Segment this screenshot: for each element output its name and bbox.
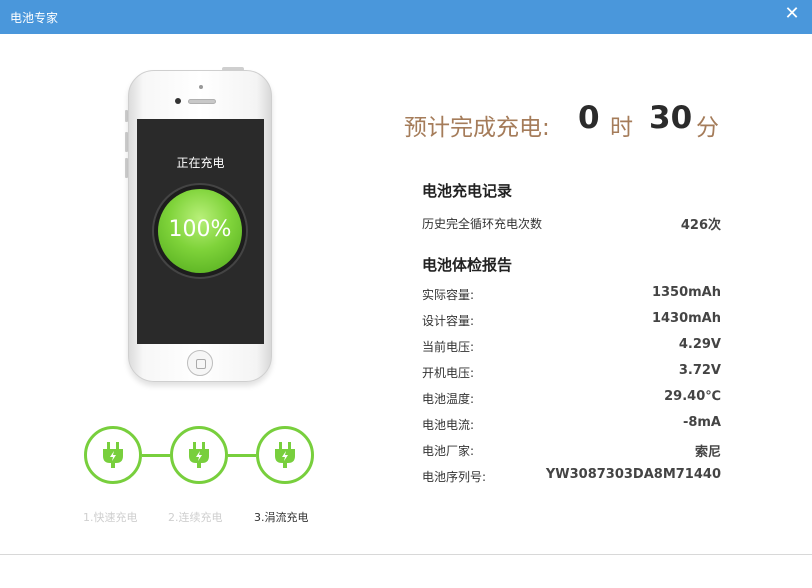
design-capacity-value: 1430mAh	[651, 311, 721, 326]
battery-current-value: -8mA	[682, 415, 721, 430]
health-report-title: 电池体检报告	[422, 256, 513, 274]
battery-level-ball: 100%	[158, 189, 242, 273]
current-voltage-label: 当前电压:	[422, 340, 475, 354]
battery-expert-window: 电池专家 ✕ 正在充电 100% 1.快速充电 2.连续充电 3.涓流充电 预计…	[0, 0, 812, 588]
eta-minutes-unit: 分	[696, 115, 719, 141]
battery-serial-value: YW3087303DA8M71440	[545, 467, 721, 482]
battery-current-label: 电池电流:	[422, 418, 475, 432]
actual-capacity-label: 实际容量:	[422, 288, 475, 302]
battery-temperature-value: 29.40℃	[664, 389, 721, 404]
step-trickle-charge-plug-icon	[256, 426, 314, 484]
footer-divider	[0, 554, 812, 555]
step-fast-charge-plug-icon	[84, 426, 142, 484]
actual-capacity-value: 1350mAh	[651, 285, 721, 300]
step-continuous-charge-plug-icon	[170, 426, 228, 484]
eta-hours: 0	[578, 100, 600, 136]
cycle-count-value: 426次	[680, 218, 721, 233]
earpiece-speaker	[188, 99, 216, 104]
battery-percent: 100%	[168, 217, 232, 242]
current-voltage-value: 4.29V	[678, 337, 721, 352]
step-connector	[228, 454, 256, 457]
battery-temperature-label: 电池温度:	[422, 392, 475, 406]
charging-status-text: 正在充电	[176, 156, 225, 170]
battery-level-ring: 100%	[152, 183, 248, 279]
eta-minutes: 30	[649, 100, 693, 136]
eta-hours-unit: 时	[610, 115, 633, 141]
step-label-continuous-charge: 2.连续充电	[168, 511, 223, 524]
phone-body: 正在充电 100%	[128, 70, 272, 382]
step-label-trickle-charge: 3.涓流充电	[254, 511, 309, 524]
cycle-count-label: 历史完全循环充电次数	[422, 217, 543, 231]
battery-manufacturer-value: 索尼	[694, 445, 721, 460]
charge-record-title: 电池充电记录	[422, 182, 513, 200]
phone-illustration: 正在充电 100%	[125, 67, 272, 384]
window-title: 电池专家	[10, 11, 59, 25]
battery-serial-label: 电池序列号:	[422, 470, 487, 484]
design-capacity-label: 设计容量:	[422, 314, 475, 328]
battery-manufacturer-label: 电池厂家:	[422, 444, 475, 458]
front-camera	[175, 98, 181, 104]
home-button	[187, 350, 213, 376]
close-button[interactable]: ✕	[780, 2, 804, 26]
step-connector	[142, 454, 170, 457]
step-label-fast-charge: 1.快速充电	[83, 511, 138, 524]
title-bar: 电池专家 ✕	[0, 0, 812, 34]
charging-steps: 1.快速充电 2.连续充电 3.涓流充电	[80, 420, 340, 530]
proximity-sensor	[199, 85, 203, 89]
boot-voltage-value: 3.72V	[678, 363, 721, 378]
eta-label: 预计完成充电:	[404, 115, 550, 141]
phone-screen: 正在充电 100%	[137, 119, 264, 344]
boot-voltage-label: 开机电压:	[422, 366, 475, 380]
